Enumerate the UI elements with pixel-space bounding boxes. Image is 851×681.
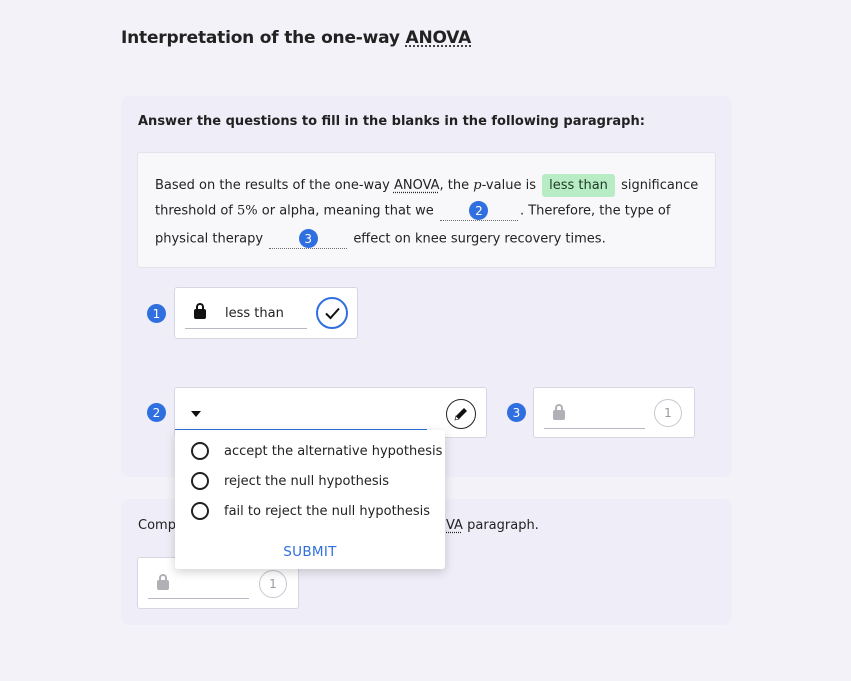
question-2-select[interactable]	[175, 388, 427, 430]
p-symbol: p	[473, 178, 482, 193]
option-label: reject the null hypothesis	[224, 473, 389, 489]
attempts-counter: 1	[654, 399, 682, 427]
blank-2-number: 2	[469, 201, 489, 220]
blank-3[interactable]: 3	[269, 229, 348, 249]
page-title-text: Interpretation of the one-way	[121, 28, 406, 48]
completion-text-end: VA paragraph.	[446, 518, 539, 533]
blank-2[interactable]: 2	[439, 201, 518, 221]
question-1-answer-box: less than	[174, 287, 358, 339]
paragraph-line-3: physical therapy 3 effect on knee surger…	[155, 229, 606, 249]
lock-icon	[194, 303, 206, 319]
fill-in-paragraph: Based on the results of the one-way ANOV…	[137, 152, 716, 268]
dropdown-caret-icon	[191, 411, 201, 417]
submit-button[interactable]: SUBMIT	[175, 544, 445, 560]
paragraph-line-2: threshold of 5% or alpha, meaning that w…	[155, 201, 670, 221]
paragraph-text: Based on the results of the one-way	[155, 178, 394, 193]
radio-button[interactable]	[191, 472, 209, 490]
lock-icon	[553, 404, 565, 420]
field-underline	[185, 328, 307, 329]
radio-button[interactable]	[191, 442, 209, 460]
paragraph-line-1: Based on the results of the one-way ANOV…	[155, 174, 698, 197]
question-1-number: 1	[147, 304, 166, 323]
correct-check-icon	[316, 297, 348, 329]
paragraph-text: or alpha, meaning that we	[257, 203, 434, 219]
paragraph-text: , the	[439, 178, 474, 193]
option-fail-to-reject-null[interactable]: fail to reject the null hypothesis	[191, 502, 430, 520]
anova-abbreviation[interactable]: VA	[446, 518, 463, 533]
paragraph-text: threshold of	[155, 203, 238, 219]
radio-button[interactable]	[191, 502, 209, 520]
paragraph-text: -value is	[481, 178, 541, 193]
question-3-answer-box: 1	[533, 387, 695, 438]
alpha-percent: 5%	[237, 203, 258, 219]
question-3-number: 3	[507, 403, 526, 422]
completion-text-start: Comp	[138, 518, 176, 533]
option-accept-alternative[interactable]: accept the alternative hypothesis	[191, 442, 442, 460]
option-reject-null[interactable]: reject the null hypothesis	[191, 472, 389, 490]
instruction-text: Answer the questions to fill in the blan…	[138, 114, 645, 129]
anova-abbreviation[interactable]: ANOVA	[406, 28, 472, 48]
field-underline	[544, 428, 645, 429]
paragraph-text: . Therefore, the type of	[519, 203, 671, 219]
paragraph-text: physical therapy	[155, 231, 264, 247]
anova-abbreviation[interactable]: ANOVA	[394, 178, 440, 193]
attempts-counter: 1	[259, 570, 287, 598]
lock-icon	[157, 574, 169, 590]
paragraph-text: significance	[616, 178, 699, 193]
question-1-value: less than	[225, 306, 284, 321]
blank-3-number: 3	[298, 229, 318, 248]
blank-1-answer: less than	[542, 174, 615, 197]
option-label: fail to reject the null hypothesis	[224, 503, 431, 519]
question-2-number: 2	[147, 403, 166, 422]
option-label: accept the alternative hypothesis	[224, 443, 443, 459]
edit-pencil-icon[interactable]	[446, 399, 476, 429]
completion-text-tail: paragraph.	[462, 518, 539, 533]
page-title: Interpretation of the one-way ANOVA	[121, 28, 471, 48]
field-underline	[148, 598, 249, 599]
paragraph-text: effect on knee surgery recovery times.	[353, 231, 606, 247]
question-2-dropdown-menu: accept the alternative hypothesis reject…	[175, 430, 445, 569]
